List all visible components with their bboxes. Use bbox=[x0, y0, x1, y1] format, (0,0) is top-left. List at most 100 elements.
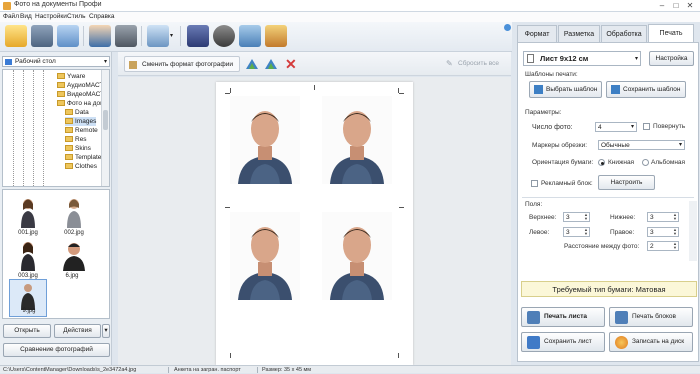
settings-scrollbar[interactable] bbox=[689, 201, 697, 261]
tree-item[interactable]: ВидеоМАСТ bbox=[57, 90, 104, 99]
settings-button[interactable]: Настройка bbox=[649, 51, 694, 66]
top-margin-label: Верхнее: bbox=[529, 214, 557, 221]
tree-item[interactable]: Template bbox=[65, 153, 101, 162]
ad-block-checkbox[interactable] bbox=[531, 180, 538, 187]
actions-button[interactable]: Действия bbox=[54, 324, 101, 338]
tab-format[interactable]: Формат bbox=[517, 25, 557, 42]
thumbnail-003[interactable]: 003.jpg bbox=[17, 239, 39, 279]
tree-item[interactable]: Yware bbox=[57, 72, 85, 81]
configure-button[interactable]: Настроить bbox=[598, 175, 655, 190]
close-icon[interactable]: ✕ bbox=[684, 1, 696, 10]
compare-photos-button[interactable]: Сравнение фотографий bbox=[3, 343, 110, 357]
menu-view[interactable]: Вид bbox=[20, 13, 32, 20]
tree-item[interactable]: Data bbox=[65, 108, 89, 117]
photo-toolbar: Сменить формат фотографии ✕ ✎ Сбросить в… bbox=[118, 52, 511, 76]
portrait-radio[interactable] bbox=[598, 159, 605, 166]
templates-label: Шаблоны печати: bbox=[525, 71, 578, 78]
rotate-checkbox[interactable] bbox=[643, 123, 650, 130]
menu-settings[interactable]: Настройки bbox=[35, 13, 67, 20]
photo-slot[interactable] bbox=[322, 212, 392, 300]
chevron-down-icon: ▾ bbox=[630, 124, 634, 130]
gear-blocks-icon[interactable] bbox=[239, 25, 261, 47]
chevron-down-icon: ▾ bbox=[634, 56, 638, 62]
open-button[interactable]: Открыть bbox=[3, 324, 51, 338]
scrollbar-thumb[interactable] bbox=[103, 110, 108, 130]
bottom-margin-field[interactable]: 3 ▲ ▼ bbox=[647, 212, 679, 222]
photo-slot[interactable] bbox=[230, 96, 300, 184]
tree-item[interactable]: Skins bbox=[65, 144, 91, 153]
user-icon[interactable] bbox=[89, 25, 111, 47]
floppy-icon bbox=[527, 336, 540, 349]
rotate-left-icon[interactable] bbox=[245, 56, 259, 72]
print-blocks-button[interactable]: Печать блоков bbox=[609, 307, 693, 327]
tree-item[interactable]: АудиоМАСТ bbox=[57, 81, 103, 90]
tab-print[interactable]: Печать bbox=[648, 24, 694, 43]
top-margin-field[interactable]: 3 ▲ ▼ bbox=[563, 212, 590, 222]
crop-marks-label: Маркеры обрезки: bbox=[532, 142, 588, 149]
photo-count-select[interactable]: 4 ▾ bbox=[595, 122, 637, 132]
delete-icon[interactable]: ✕ bbox=[285, 56, 299, 72]
right-margin-label: Правое: bbox=[610, 229, 635, 236]
chevron-down-icon: ▾ bbox=[103, 59, 107, 65]
pencil-icon: ✎ bbox=[446, 59, 453, 68]
printer-icon bbox=[527, 311, 540, 324]
file-browser-panel: Рабочий стол ▾ Yware АудиоМАСТ ВидеоМАСТ… bbox=[0, 52, 112, 365]
woman-portrait-icon bbox=[21, 242, 35, 271]
folder-tree[interactable]: Yware АудиоМАСТ ВидеоМАСТ Фото на док Da… bbox=[2, 69, 110, 187]
burn-disc-button[interactable]: Записать на диск bbox=[609, 332, 693, 352]
orientation-label: Ориентация бумаги: bbox=[532, 159, 594, 166]
folder-combo[interactable]: Рабочий стол ▾ bbox=[2, 56, 110, 67]
photo-slot[interactable] bbox=[322, 96, 392, 184]
sheet-size-combo[interactable]: Лист 9x12 см ▾ bbox=[523, 51, 641, 66]
open-folder-icon[interactable] bbox=[5, 25, 27, 47]
tree-item[interactable]: Фото на док bbox=[57, 99, 103, 108]
menu-file[interactable]: Файл bbox=[3, 13, 19, 20]
spacing-field[interactable]: 2 ▲ ▼ bbox=[647, 241, 679, 251]
minimize-icon[interactable]: – bbox=[656, 1, 668, 10]
tree-scrollbar[interactable] bbox=[101, 70, 109, 186]
menu-help[interactable]: Справка bbox=[89, 13, 115, 20]
thumbnail-grid: 001.jpg 002.jpg 003.jpg 6.jpg 9.jpg bbox=[2, 189, 110, 319]
chevron-down-icon[interactable]: ▾ bbox=[170, 32, 173, 39]
right-margin-field[interactable]: 3 ▲ ▼ bbox=[647, 227, 679, 237]
status-bar: C:\Users\ContentManager\Downloads\s_2e34… bbox=[0, 365, 700, 373]
save-template-button[interactable]: Сохранить шаблон bbox=[606, 81, 686, 98]
thumbnail-6[interactable]: 6.jpg bbox=[61, 239, 87, 279]
save-sheet-button[interactable]: Сохранить лист bbox=[521, 332, 605, 352]
tab-layout[interactable]: Разметка bbox=[558, 25, 600, 42]
print-icon[interactable] bbox=[57, 25, 79, 47]
man-portrait-icon bbox=[21, 284, 35, 310]
photo-slot[interactable] bbox=[230, 212, 300, 300]
choose-template-button[interactable]: Выбрать шаблон bbox=[529, 81, 602, 98]
tree-item[interactable]: Remote bbox=[65, 126, 98, 135]
menu-style[interactable]: Стиль bbox=[67, 13, 85, 20]
maximize-icon[interactable]: □ bbox=[670, 1, 682, 10]
tree-item[interactable]: Res bbox=[65, 135, 87, 144]
gift-icon[interactable] bbox=[265, 25, 287, 47]
landscape-radio[interactable] bbox=[642, 159, 649, 166]
actions-dropdown-arrow[interactable]: ▾ bbox=[102, 324, 110, 338]
reset-all-button[interactable]: ✎ Сбросить все bbox=[444, 56, 506, 72]
rotate-right-icon[interactable] bbox=[264, 56, 278, 72]
tree-item-selected[interactable]: Images bbox=[65, 117, 97, 126]
thumbnail-001[interactable]: 001.jpg bbox=[17, 196, 39, 236]
print-sheet[interactable] bbox=[216, 82, 413, 365]
tree-item[interactable]: Clothes bbox=[65, 162, 97, 171]
thumbnail-002[interactable]: 002.jpg bbox=[63, 196, 85, 236]
paper-type-note: Требуемый тип бумаги: Матовая bbox=[521, 281, 697, 297]
tab-processing[interactable]: Обработка bbox=[601, 25, 647, 42]
thumbnail-9-selected[interactable]: 9.jpg bbox=[9, 279, 47, 317]
save-icon bbox=[611, 85, 620, 94]
monitor-icon[interactable] bbox=[147, 25, 169, 47]
camera-icon[interactable] bbox=[115, 25, 137, 47]
crop-marks-select[interactable]: Обычные ▾ bbox=[598, 140, 685, 150]
change-format-button[interactable]: Сменить формат фотографии bbox=[124, 56, 240, 72]
help-book-icon[interactable] bbox=[187, 25, 209, 47]
save-icon[interactable] bbox=[31, 25, 53, 47]
folder-combo-label: Рабочий стол bbox=[15, 58, 56, 65]
menu-bar: Файл Вид Настройки Стиль Справка bbox=[0, 12, 700, 22]
film-reel-icon[interactable] bbox=[213, 25, 235, 47]
print-sheet-button[interactable]: Печать листа bbox=[521, 307, 605, 327]
left-margin-field[interactable]: 3 ▲ ▼ bbox=[563, 227, 590, 237]
info-icon[interactable] bbox=[504, 24, 511, 31]
